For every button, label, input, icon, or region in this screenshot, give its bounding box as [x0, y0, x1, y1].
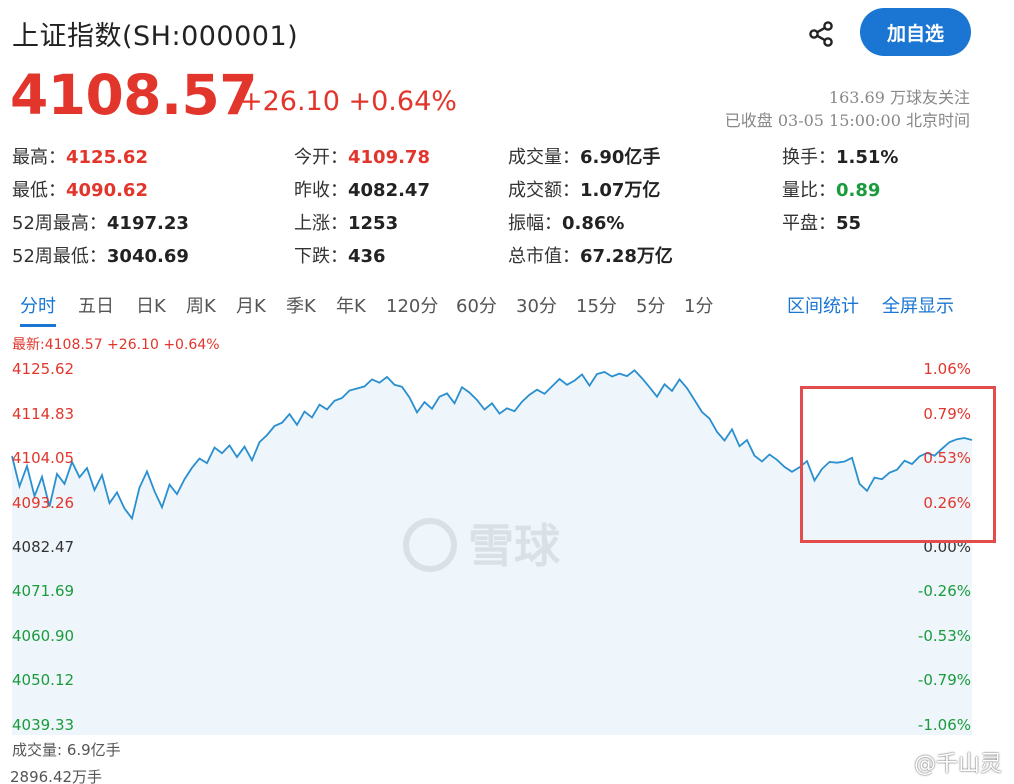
y-tick-label-right: -0.79% — [917, 671, 971, 690]
watermark-text: 雪球 — [468, 519, 561, 573]
y-tick-label-right: -0.53% — [917, 627, 971, 645]
y-tick-label-right: -1.06% — [917, 716, 971, 734]
y-tick-label-left: 4039.33 — [12, 716, 75, 734]
y-tick-label-left: 4125.62 — [12, 360, 75, 378]
y-tick-label-left: 4060.90 — [12, 627, 75, 645]
y-tick-label-left: 4050.12 — [12, 671, 75, 690]
volume-label: 成交量: 6.9亿手 — [12, 741, 121, 759]
y-tick-label-left: 4071.69 — [12, 582, 75, 601]
y-tick-label-left: 4114.83 — [12, 404, 75, 423]
y-tick-label-right: 1.06% — [923, 360, 971, 378]
volume-value: 2896.42万手 — [10, 768, 103, 784]
y-tick-label-left: 4082.47 — [12, 538, 75, 557]
y-tick-label-left: 4093.26 — [12, 493, 75, 512]
y-tick-label-right: -0.26% — [917, 582, 971, 601]
signature-watermark: @千山灵 — [913, 752, 1002, 777]
chart-latest-label: 最新:4108.57 +26.10 +0.64% — [12, 337, 220, 353]
highlight-box — [800, 386, 996, 543]
y-tick-label-left: 4104.05 — [12, 448, 75, 467]
